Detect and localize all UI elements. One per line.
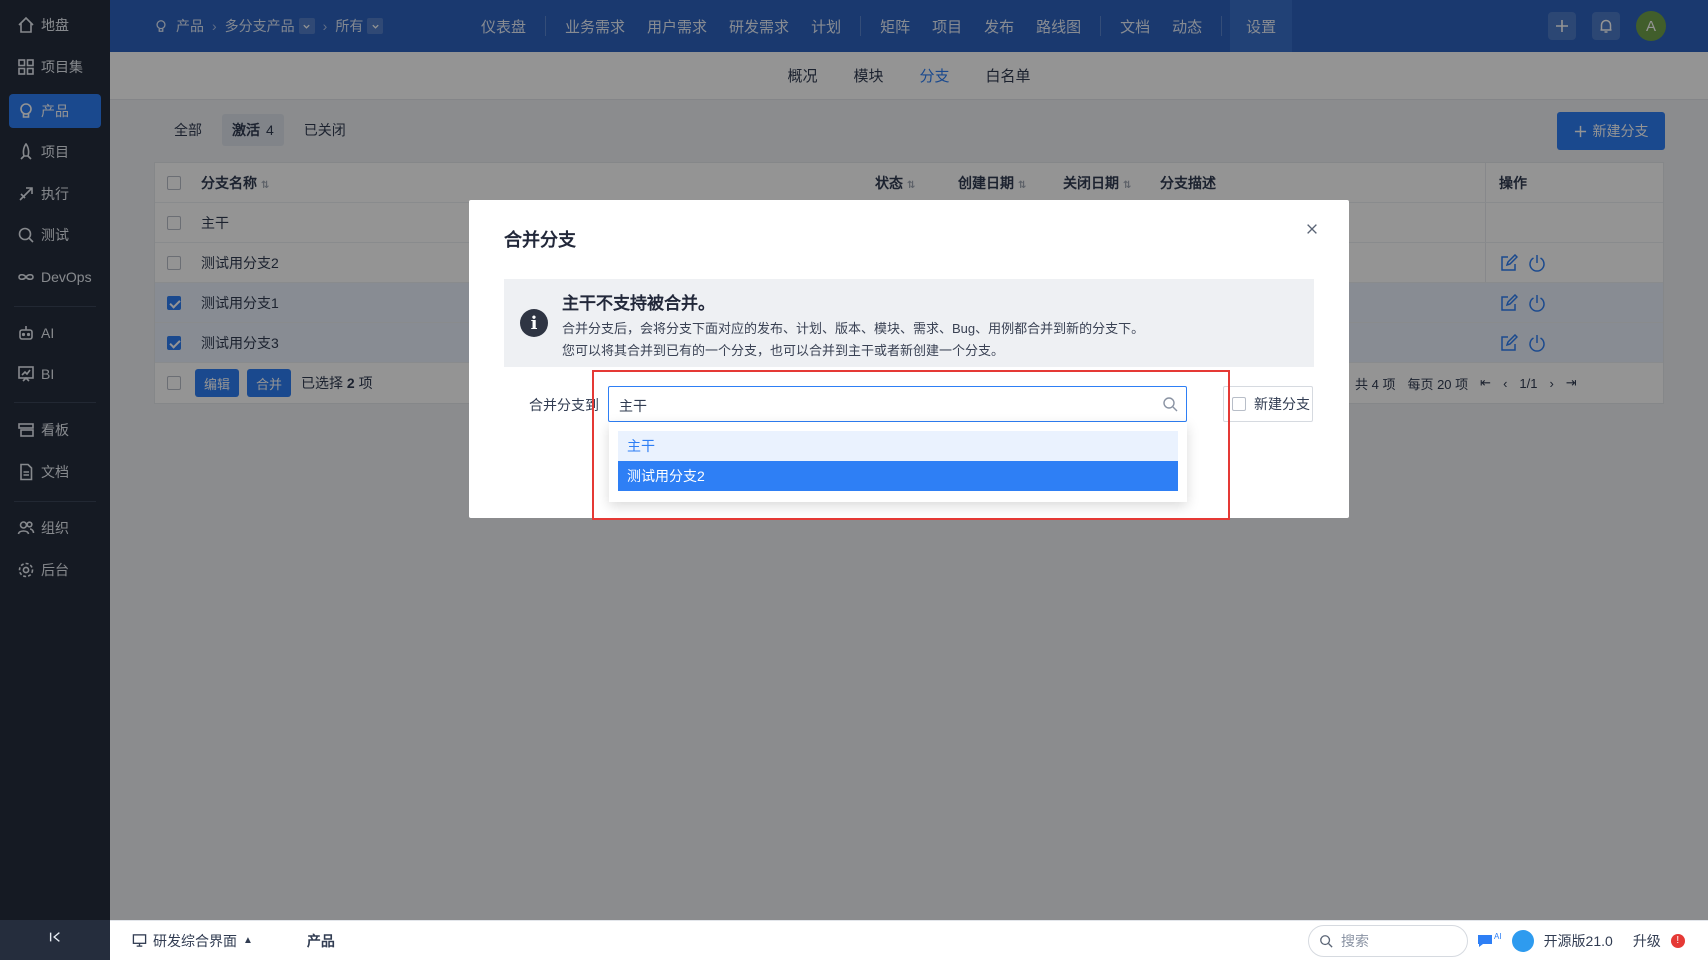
- workspace-switcher[interactable]: 研发综合界面 ▲ 产品: [132, 931, 335, 951]
- global-search-input[interactable]: 搜索: [1308, 925, 1468, 957]
- search-icon: [1163, 397, 1178, 412]
- new-branch-label: 新建分支: [1254, 396, 1310, 412]
- alert-line-2: 您可以将其合并到已有的一个分支，也可以合并到主干或者新创建一个分支。: [562, 343, 1005, 358]
- zentao-logo-icon: [1511, 929, 1534, 952]
- search-icon: [1320, 935, 1333, 948]
- ai-badge: AI: [1494, 931, 1502, 941]
- upgrade-badge: !: [1670, 933, 1685, 948]
- search-placeholder: 搜索: [1341, 933, 1369, 949]
- alert-title: 主干不支持被合并。: [562, 294, 715, 313]
- picker-value: 主干: [619, 398, 647, 414]
- merge-info-alert: i 主干不支持被合并。 合并分支后，会将分支下面对应的发布、计划、版本、模块、需…: [504, 279, 1314, 367]
- merge-target-label: 合并分支到: [529, 397, 599, 413]
- info-icon: i: [520, 309, 548, 337]
- new-branch-checkbox[interactable]: [1232, 397, 1246, 411]
- current-app: 产品: [306, 932, 335, 949]
- collapse-sidebar-icon[interactable]: [44, 926, 66, 948]
- workspace-name: 研发综合界面: [153, 932, 237, 949]
- close-icon[interactable]: [1305, 222, 1325, 242]
- new-branch-toggle[interactable]: 新建分支: [1223, 386, 1313, 422]
- statusbar-right: AI 开源版21.0 升级 !: [1476, 929, 1685, 952]
- alert-line-1: 合并分支后，会将分支下面对应的发布、计划、版本、模块、需求、Bug、用例都合并到…: [562, 321, 1145, 336]
- ai-chat-icon[interactable]: AI: [1476, 932, 1502, 950]
- upgrade-link[interactable]: 升级: [1633, 931, 1661, 951]
- dialog-title: 合并分支: [504, 230, 576, 250]
- merge-target-picker[interactable]: 主干: [608, 386, 1187, 422]
- version-label[interactable]: 开源版21.0: [1544, 931, 1613, 951]
- dropdown-option-trunk[interactable]: 主干: [618, 431, 1178, 461]
- status-bar: 研发综合界面 ▲ 产品 搜索 AI 开源版21.0 升级 !: [110, 920, 1708, 960]
- merge-target-dropdown: 主干 测试用分支2: [609, 422, 1187, 502]
- chevron-up-icon: ▲: [243, 935, 253, 946]
- monitor-icon: [132, 934, 147, 947]
- dropdown-option-branch2[interactable]: 测试用分支2: [618, 461, 1178, 491]
- merge-branch-dialog: 合并分支 i 主干不支持被合并。 合并分支后，会将分支下面对应的发布、计划、版本…: [469, 200, 1349, 518]
